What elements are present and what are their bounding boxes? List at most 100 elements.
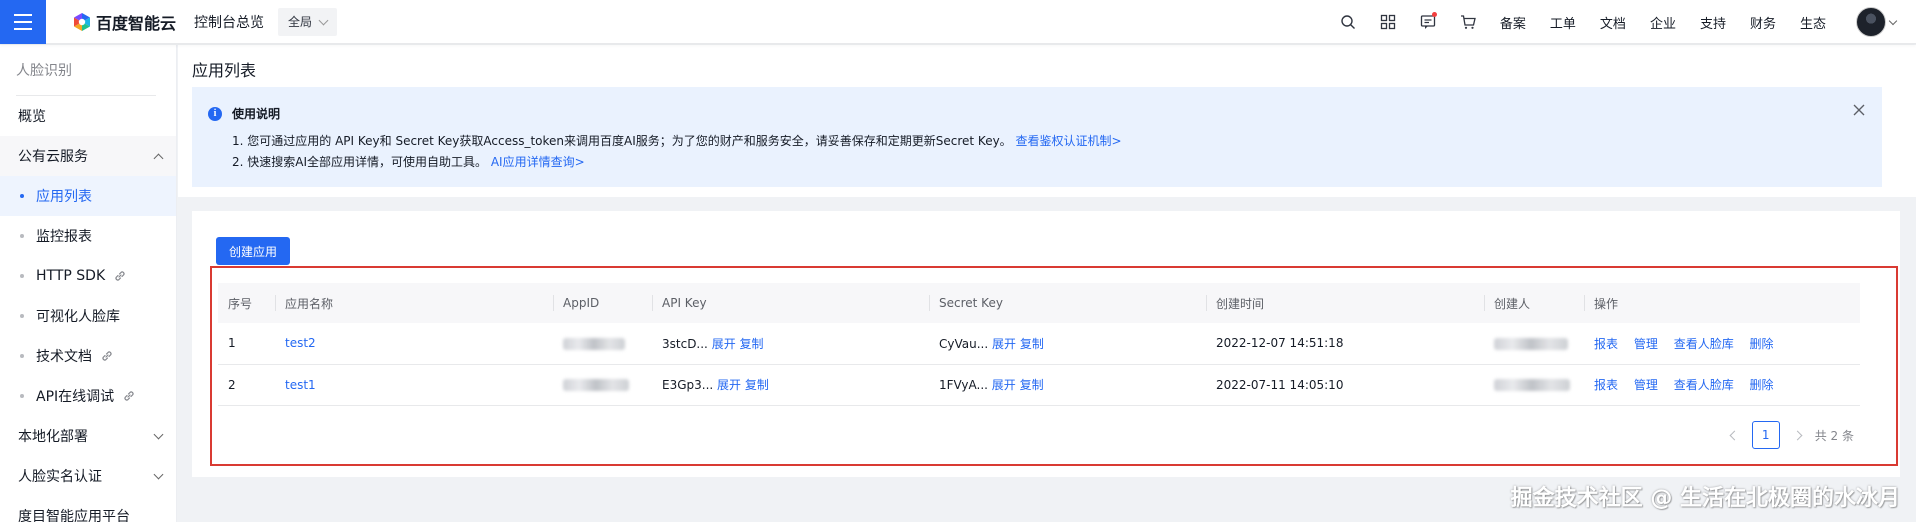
- row-index: 1: [218, 323, 275, 365]
- message-icon[interactable]: [1408, 0, 1448, 44]
- sidebar-group-public-cloud[interactable]: 公有云服务: [0, 136, 176, 176]
- copy-api-key-link[interactable]: 复制: [740, 337, 764, 351]
- sidebar-item-label: 应用列表: [36, 189, 92, 205]
- auth-mechanism-link[interactable]: 查看鉴权认证机制>: [1016, 134, 1122, 148]
- col-header-actions: 操作: [1584, 283, 1860, 323]
- cart-icon[interactable]: [1448, 0, 1488, 44]
- secret-key-value: CyVau...: [939, 336, 989, 351]
- app-name-link[interactable]: test1: [285, 378, 316, 392]
- nav-link-docs[interactable]: 文档: [1588, 13, 1638, 32]
- notice-header: i 使用说明: [208, 105, 280, 122]
- report-action-link[interactable]: 报表: [1594, 378, 1618, 392]
- view-face-lib-link[interactable]: 查看人脸库: [1674, 337, 1734, 351]
- sidebar-item-overview[interactable]: 概览: [0, 96, 176, 136]
- sidebar-group-face-realname[interactable]: 人脸实名认证: [0, 456, 176, 496]
- apps-grid-icon[interactable]: [1368, 0, 1408, 44]
- info-icon: i: [208, 106, 222, 121]
- nav-link-filing[interactable]: 备案: [1488, 13, 1538, 32]
- bullet-dot: [20, 274, 24, 278]
- sidebar-item-label: 度目智能应用平台: [18, 509, 130, 522]
- sidebar-item-api-debug[interactable]: API在线调试: [0, 376, 176, 416]
- col-header-appid: AppID: [553, 283, 652, 323]
- table-header-row: 序号 应用名称 AppID API Key Secret Key 创建时间 创建…: [218, 283, 1860, 323]
- col-header-app-name: 应用名称: [275, 283, 553, 323]
- created-time: 2022-07-11 14:05:10: [1206, 364, 1484, 406]
- table-row: 1 test2 3stcD... 展开 复制 CyVau... 展开 复制 20…: [218, 323, 1860, 365]
- ai-app-query-link[interactable]: AI应用详情查询>: [491, 155, 585, 169]
- copy-secret-key-link[interactable]: 复制: [1020, 378, 1044, 392]
- app-list-card: 创建应用 序号 应用名称 AppID API Key Secret Key 创建…: [192, 211, 1900, 477]
- logo-text: 百度智能云: [96, 13, 177, 33]
- external-link-icon: [102, 351, 112, 361]
- bullet-dot: [20, 314, 24, 318]
- avatar: [1856, 7, 1886, 37]
- creator-redacted: [1494, 379, 1570, 391]
- total-count: 共 2 条: [1814, 428, 1854, 443]
- expand-api-key-link[interactable]: 展开: [712, 337, 736, 351]
- sidebar-item-label: 技术文档: [36, 349, 92, 365]
- search-icon[interactable]: [1328, 0, 1368, 44]
- delete-action-link[interactable]: 删除: [1750, 378, 1774, 392]
- hamburger-menu-button[interactable]: [0, 0, 46, 44]
- notice-line-2-text: 2. 快速搜索AI全部应用详情，可使用自助工具。: [232, 155, 488, 169]
- nav-link-ticket[interactable]: 工单: [1538, 13, 1588, 32]
- external-link-icon: [115, 271, 125, 281]
- notice-line-1: 1. 您可通过应用的 API Key和 Secret Key获取Access_t…: [232, 132, 1122, 149]
- notice-title: 使用说明: [232, 107, 281, 121]
- chevron-left-icon[interactable]: [1729, 430, 1740, 440]
- delete-action-link[interactable]: 删除: [1750, 337, 1774, 351]
- manage-action-link[interactable]: 管理: [1634, 337, 1658, 351]
- close-icon[interactable]: [1852, 103, 1866, 117]
- sidebar-item-http-sdk[interactable]: HTTP SDK: [0, 256, 176, 296]
- bullet-dot: [20, 194, 24, 198]
- sidebar-item-label: 可视化人脸库: [36, 309, 120, 325]
- expand-api-key-link[interactable]: 展开: [717, 378, 741, 392]
- nav-link-ecosystem[interactable]: 生态: [1788, 13, 1838, 32]
- app-table: 序号 应用名称 AppID API Key Secret Key 创建时间 创建…: [218, 283, 1860, 406]
- nav-link-support[interactable]: 支持: [1688, 13, 1738, 32]
- expand-secret-key-link[interactable]: 展开: [992, 337, 1016, 351]
- sidebar-item-dumu-platform[interactable]: 度目智能应用平台: [0, 496, 176, 522]
- sidebar-item-tech-docs[interactable]: 技术文档: [0, 336, 176, 376]
- baidu-cloud-logo[interactable]: 百度智能云: [72, 10, 176, 34]
- col-header-created-time: 创建时间: [1206, 283, 1484, 323]
- sidebar: 人脸识别 概览 公有云服务 应用列表 监控报表 HTTP SDK 可视化人脸库 …: [0, 45, 177, 522]
- sidebar-item-label: 公有云服务: [18, 149, 88, 165]
- chevron-down-icon: [1888, 16, 1898, 25]
- baidu-cloud-logo-icon: [74, 12, 90, 31]
- sidebar-item-visual-face-lib[interactable]: 可视化人脸库: [0, 296, 176, 336]
- console-overview-link[interactable]: 控制台总览: [194, 12, 264, 32]
- col-header-secret-key: Secret Key: [929, 283, 1206, 323]
- sidebar-item-label: 概览: [18, 109, 46, 125]
- page-number-button[interactable]: 1: [1751, 421, 1780, 449]
- copy-secret-key-link[interactable]: 复制: [1020, 337, 1044, 351]
- table-row: 2 test1 E3Gp3... 展开 复制 1FVyA... 展开 复制 20…: [218, 364, 1860, 406]
- copy-api-key-link[interactable]: 复制: [745, 378, 769, 392]
- created-time: 2022-12-07 14:51:18: [1206, 323, 1484, 365]
- col-header-index: 序号: [218, 283, 275, 323]
- manage-action-link[interactable]: 管理: [1634, 378, 1658, 392]
- report-action-link[interactable]: 报表: [1594, 337, 1618, 351]
- sidebar-item-monitor-report[interactable]: 监控报表: [0, 216, 176, 256]
- create-app-button[interactable]: 创建应用: [216, 237, 290, 265]
- notification-dot: [1431, 12, 1437, 17]
- creator-redacted: [1494, 337, 1568, 350]
- sidebar-title: 人脸识别: [16, 63, 72, 79]
- chevron-down-icon: [153, 469, 164, 480]
- top-navbar: 百度智能云 控制台总览 全局 备案 工单 文档 企业 支持 财务 生态: [0, 0, 1916, 44]
- chevron-right-icon[interactable]: [1792, 430, 1803, 440]
- notice-line-2: 2. 快速搜索AI全部应用详情，可使用自助工具。 AI应用详情查询>: [232, 153, 585, 170]
- nav-link-enterprise[interactable]: 企业: [1638, 13, 1688, 32]
- expand-secret-key-link[interactable]: 展开: [992, 378, 1016, 392]
- sidebar-item-app-list[interactable]: 应用列表: [0, 176, 176, 216]
- sidebar-item-label: 监控报表: [36, 229, 92, 245]
- sidebar-item-label: HTTP SDK: [36, 268, 106, 284]
- region-selector[interactable]: 全局: [278, 7, 338, 36]
- sidebar-group-local-deploy[interactable]: 本地化部署: [0, 416, 176, 456]
- nav-link-finance[interactable]: 财务: [1738, 13, 1788, 32]
- app-name-link[interactable]: test2: [285, 336, 316, 350]
- watermark: 掘金技术社区 @ 生活在北极圈的水冰月: [1510, 486, 1900, 511]
- appid-redacted: [563, 337, 625, 350]
- user-menu[interactable]: [1856, 7, 1898, 37]
- view-face-lib-link[interactable]: 查看人脸库: [1674, 378, 1734, 392]
